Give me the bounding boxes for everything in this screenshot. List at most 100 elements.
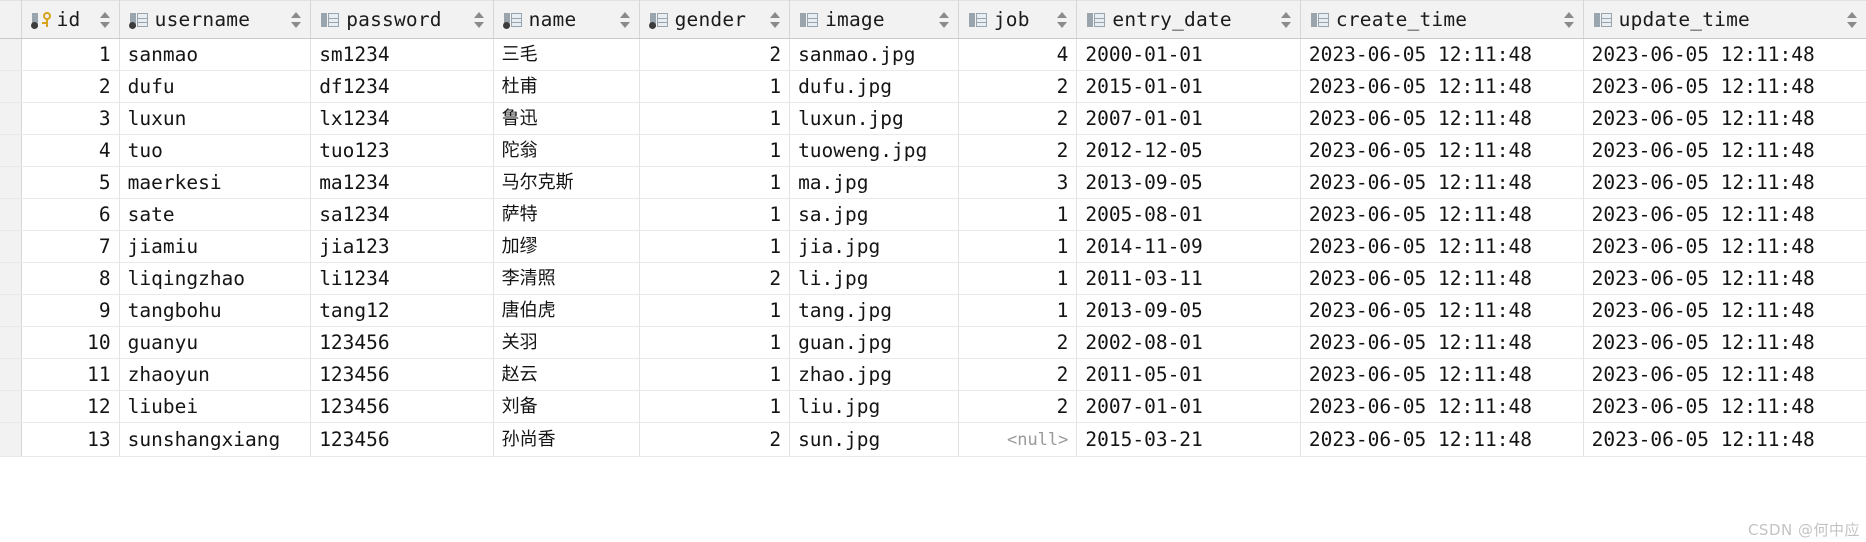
- cell-create_time[interactable]: 2023-06-05 12:11:48: [1300, 198, 1584, 231]
- cell-update_time[interactable]: 2023-06-05 12:11:48: [1583, 390, 1866, 423]
- table-row[interactable]: 4 tuo tuo123 陀翁 1 tuoweng.jpg 2 2012-12-05 2023-…: [0, 134, 1866, 167]
- cell-username[interactable]: liubei: [119, 390, 312, 423]
- cell-update_time[interactable]: 2023-06-05 12:11:48: [1583, 422, 1866, 457]
- sort-toggle-icon[interactable]: [1847, 11, 1858, 29]
- cell-id[interactable]: 12: [20, 390, 120, 423]
- cell-gender[interactable]: 1: [639, 166, 791, 199]
- table-row[interactable]: 2 dufu df1234 杜甫 1 dufu.jpg 2 2015-01-01 2023-06…: [0, 70, 1866, 103]
- cell-entry_date[interactable]: 2015-03-21: [1076, 422, 1301, 457]
- cell-gender[interactable]: 2: [639, 38, 791, 71]
- cell-entry_date[interactable]: 2013-09-05: [1076, 166, 1301, 199]
- cell-username[interactable]: sunshangxiang: [119, 422, 312, 457]
- cell-update_time[interactable]: 2023-06-05 12:11:48: [1583, 262, 1866, 295]
- cell-entry_date[interactable]: 2015-01-01: [1076, 70, 1301, 103]
- cell-gender[interactable]: 1: [639, 102, 791, 135]
- cell-password[interactable]: jia123: [310, 230, 494, 263]
- cell-username[interactable]: luxun: [119, 102, 312, 135]
- cell-image[interactable]: sun.jpg: [789, 422, 959, 457]
- cell-image[interactable]: sanmao.jpg: [789, 38, 959, 71]
- cell-name[interactable]: 杜甫: [493, 70, 640, 103]
- column-header-image[interactable]: image: [789, 0, 959, 39]
- cell-gender[interactable]: 1: [639, 134, 791, 167]
- sort-toggle-icon[interactable]: [99, 11, 111, 29]
- cell-job[interactable]: 1: [958, 230, 1078, 263]
- cell-create_time[interactable]: 2023-06-05 12:11:48: [1300, 422, 1584, 457]
- cell-image[interactable]: tang.jpg: [789, 294, 959, 327]
- cell-job[interactable]: 1: [958, 294, 1078, 327]
- cell-username[interactable]: sate: [119, 198, 312, 231]
- cell-job[interactable]: 2: [958, 358, 1078, 391]
- column-header-name[interactable]: name: [493, 0, 640, 39]
- cell-create_time[interactable]: 2023-06-05 12:11:48: [1300, 166, 1584, 199]
- sort-toggle-icon[interactable]: [1563, 11, 1575, 29]
- cell-entry_date[interactable]: 2013-09-05: [1076, 294, 1301, 327]
- cell-update_time[interactable]: 2023-06-05 12:11:48: [1583, 358, 1866, 391]
- cell-gender[interactable]: 1: [639, 390, 791, 423]
- cell-gender[interactable]: 2: [639, 262, 791, 295]
- sort-toggle-icon[interactable]: [291, 11, 302, 29]
- cell-id[interactable]: 8: [20, 262, 120, 295]
- cell-update_time[interactable]: 2023-06-05 12:11:48: [1583, 166, 1866, 199]
- cell-update_time[interactable]: 2023-06-05 12:11:48: [1583, 326, 1866, 359]
- cell-password[interactable]: lx1234: [310, 102, 494, 135]
- cell-username[interactable]: zhaoyun: [119, 358, 312, 391]
- cell-image[interactable]: li.jpg: [789, 262, 959, 295]
- cell-gender[interactable]: 1: [639, 358, 791, 391]
- cell-gender[interactable]: 1: [639, 198, 791, 231]
- cell-id[interactable]: 3: [20, 102, 120, 135]
- cell-image[interactable]: tuoweng.jpg: [789, 134, 959, 167]
- table-row[interactable]: 5 maerkesi ma1234 马尔克斯 1 ma.jpg 3 2013-09-05 202…: [0, 166, 1866, 199]
- cell-username[interactable]: tuo: [119, 134, 312, 167]
- sort-toggle-icon[interactable]: [619, 11, 631, 29]
- cell-gender[interactable]: 1: [639, 230, 791, 263]
- sort-toggle-icon[interactable]: [938, 11, 950, 29]
- cell-create_time[interactable]: 2023-06-05 12:11:48: [1300, 38, 1584, 71]
- cell-username[interactable]: sanmao: [119, 38, 312, 71]
- cell-job[interactable]: 2: [958, 102, 1078, 135]
- cell-username[interactable]: tangbohu: [119, 294, 312, 327]
- cell-password[interactable]: tang12: [310, 294, 494, 327]
- cell-update_time[interactable]: 2023-06-05 12:11:48: [1583, 134, 1866, 167]
- column-header-gender[interactable]: gender: [639, 0, 791, 39]
- sort-toggle-icon[interactable]: [473, 11, 485, 29]
- cell-name[interactable]: 鲁迅: [493, 102, 640, 135]
- cell-gender[interactable]: 1: [639, 326, 791, 359]
- cell-job[interactable]: 3: [958, 166, 1078, 199]
- cell-entry_date[interactable]: 2007-01-01: [1076, 102, 1301, 135]
- cell-entry_date[interactable]: 2007-01-01: [1076, 390, 1301, 423]
- cell-create_time[interactable]: 2023-06-05 12:11:48: [1300, 262, 1584, 295]
- cell-job[interactable]: 2: [958, 134, 1078, 167]
- cell-job[interactable]: 2: [958, 70, 1078, 103]
- cell-job[interactable]: <null>: [958, 422, 1078, 457]
- cell-job[interactable]: 4: [958, 38, 1078, 71]
- table-row[interactable]: 6 sate sa1234 萨特 1 sa.jpg 1 2005-08-01 2023-06-0…: [0, 198, 1866, 231]
- sort-toggle-icon[interactable]: [1280, 11, 1292, 29]
- cell-job[interactable]: 1: [958, 198, 1078, 231]
- cell-password[interactable]: tuo123: [310, 134, 494, 167]
- cell-create_time[interactable]: 2023-06-05 12:11:48: [1300, 70, 1584, 103]
- cell-password[interactable]: ma1234: [310, 166, 494, 199]
- column-header-username[interactable]: username: [119, 0, 312, 39]
- cell-id[interactable]: 5: [20, 166, 120, 199]
- cell-password[interactable]: li1234: [310, 262, 494, 295]
- table-row[interactable]: 11 zhaoyun 123456 赵云 1 zhao.jpg 2 2011-05-01 202…: [0, 358, 1866, 391]
- cell-update_time[interactable]: 2023-06-05 12:11:48: [1583, 294, 1866, 327]
- cell-gender[interactable]: 2: [639, 422, 791, 457]
- cell-name[interactable]: 刘备: [493, 390, 640, 423]
- cell-name[interactable]: 唐伯虎: [493, 294, 640, 327]
- cell-password[interactable]: sm1234: [310, 38, 494, 71]
- cell-update_time[interactable]: 2023-06-05 12:11:48: [1583, 230, 1866, 263]
- cell-username[interactable]: liqingzhao: [119, 262, 312, 295]
- cell-username[interactable]: jiamiu: [119, 230, 312, 263]
- cell-password[interactable]: 123456: [310, 422, 494, 457]
- cell-entry_date[interactable]: 2011-03-11: [1076, 262, 1301, 295]
- cell-image[interactable]: sa.jpg: [789, 198, 959, 231]
- cell-id[interactable]: 7: [20, 230, 120, 263]
- cell-name[interactable]: 萨特: [493, 198, 640, 231]
- cell-create_time[interactable]: 2023-06-05 12:11:48: [1300, 326, 1584, 359]
- cell-image[interactable]: guan.jpg: [789, 326, 959, 359]
- cell-password[interactable]: 123456: [310, 358, 494, 391]
- cell-id[interactable]: 6: [20, 198, 120, 231]
- cell-name[interactable]: 李清照: [493, 262, 640, 295]
- column-header-job[interactable]: job: [958, 0, 1078, 39]
